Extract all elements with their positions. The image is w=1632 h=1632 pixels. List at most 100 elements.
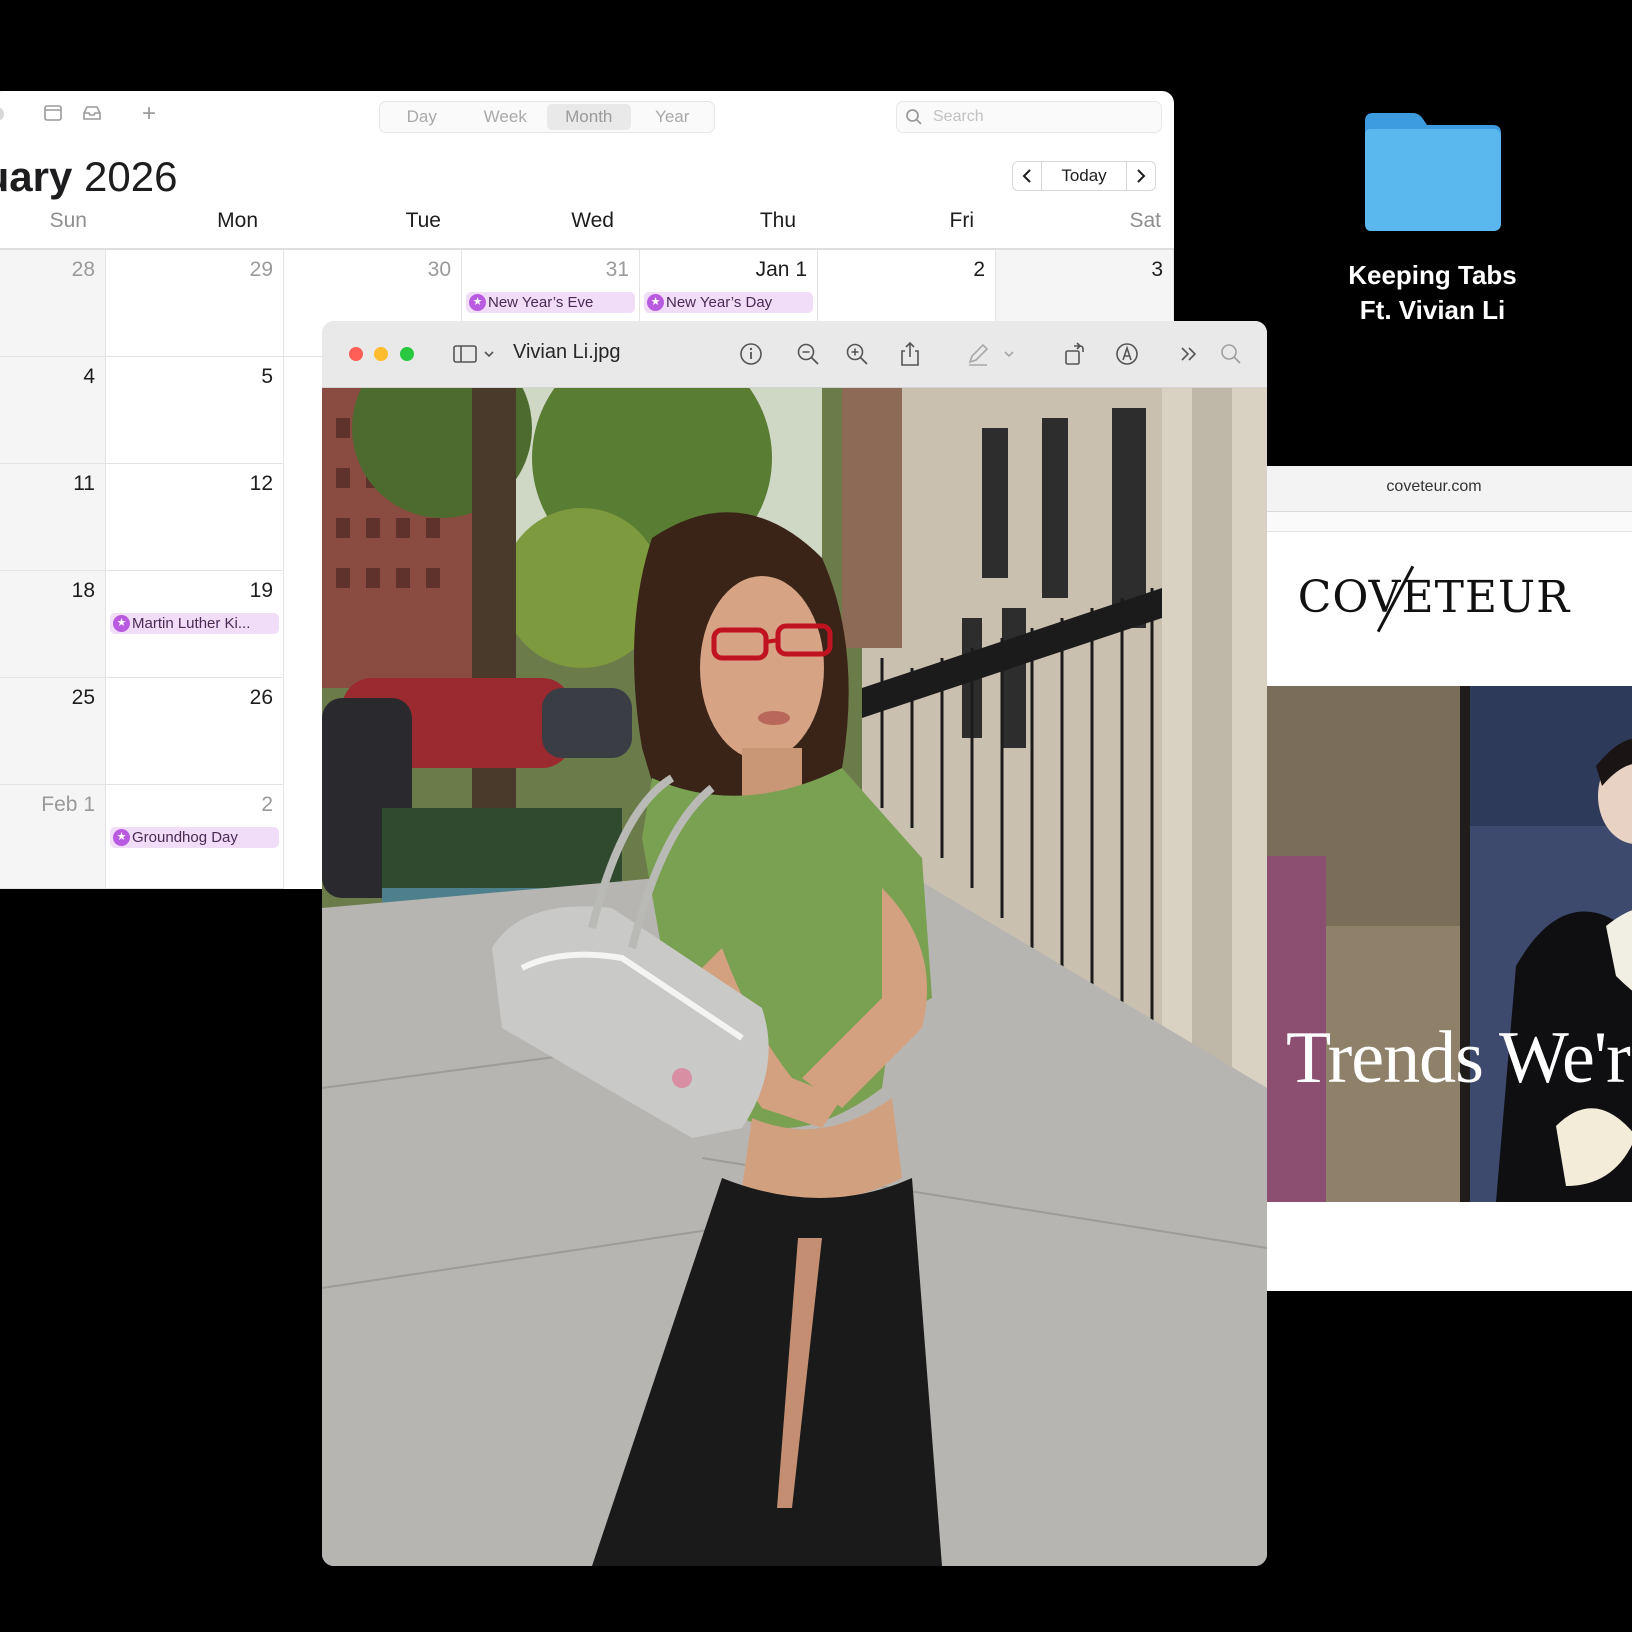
day-number: 19	[249, 579, 273, 602]
day-number: 11	[73, 472, 95, 495]
weekday-mon: Mon	[217, 209, 258, 232]
tab-strip	[1266, 512, 1632, 532]
day-number: 5	[261, 365, 273, 388]
day-cell[interactable]: 18	[0, 571, 106, 678]
photo-canvas[interactable]	[322, 388, 1267, 1566]
calendars-icon[interactable]	[42, 103, 64, 125]
zoom-button[interactable]	[400, 347, 414, 361]
logo-text: COVETEUR	[1297, 572, 1571, 623]
preview-window: Vivian Li.jpg	[322, 321, 1267, 1566]
day-number: 3	[1151, 258, 1163, 281]
month-name: nuary	[0, 153, 73, 200]
weekday-sat: Sat	[1129, 209, 1161, 232]
chevron-right-icon	[1137, 169, 1146, 183]
weekday-sun: Sun	[49, 209, 87, 232]
site-logo[interactable]: COVETEUR	[1266, 532, 1602, 652]
view-day-button[interactable]: Day	[380, 102, 464, 132]
day-number: 4	[83, 365, 95, 388]
day-cell[interactable]: Feb 1	[0, 785, 106, 889]
browser-window: coveteur.com COVETEUR Trends We'r	[1266, 466, 1632, 1291]
info-icon[interactable]	[738, 341, 764, 367]
day-number: 2	[973, 258, 985, 281]
minimize-button[interactable]	[374, 347, 388, 361]
day-cell[interactable]: 4	[0, 357, 106, 464]
inbox-icon[interactable]	[81, 103, 103, 125]
calendar-toolbar: + Day Week Month Year Search	[0, 91, 1174, 141]
day-number: 30	[427, 258, 451, 281]
markup-icon[interactable]	[1114, 341, 1140, 367]
day-number: 12	[249, 472, 273, 495]
event-new-years-day[interactable]: ★ New Year’s Day	[644, 292, 813, 313]
month-title: nuary 2026	[0, 153, 177, 201]
event-new-years-eve[interactable]: ★ New Year’s Eve	[466, 292, 635, 313]
event-label: Martin Luther Ki...	[132, 615, 251, 632]
folder-label[interactable]: Keeping Tabs Ft. Vivian Li	[1290, 258, 1575, 328]
folder-label-line2: Ft. Vivian Li	[1359, 295, 1506, 325]
folder-icon[interactable]	[1361, 111, 1503, 233]
view-week-button[interactable]: Week	[464, 102, 548, 132]
event-label: Groundhog Day	[132, 829, 238, 846]
url-text[interactable]: coveteur.com	[1266, 478, 1602, 496]
star-icon: ★	[113, 615, 130, 632]
preview-toolbar: Vivian Li.jpg	[322, 321, 1267, 388]
close-button[interactable]	[349, 347, 363, 361]
runway-photo	[1266, 686, 1632, 1202]
date-navigation: Today	[1012, 161, 1156, 191]
day-cell[interactable]: 5	[106, 357, 284, 464]
today-button[interactable]: Today	[1042, 161, 1126, 191]
sidebar-icon[interactable]	[452, 341, 478, 367]
next-month-button[interactable]	[1126, 161, 1156, 191]
day-number: 31	[605, 258, 629, 281]
view-switcher: Day Week Month Year	[379, 101, 715, 133]
hero-image[interactable]: Trends We'r	[1266, 686, 1632, 1202]
folder-label-line1: Keeping Tabs	[1348, 260, 1517, 290]
street-portrait-photo	[322, 388, 1267, 1566]
weekday-wed: Wed	[571, 209, 614, 232]
zoom-in-icon[interactable]	[844, 341, 870, 367]
star-icon: ★	[647, 294, 664, 311]
view-year-button[interactable]: Year	[631, 102, 715, 132]
address-bar[interactable]: coveteur.com	[1266, 466, 1632, 512]
search-icon[interactable]	[1218, 341, 1244, 367]
day-number: 2	[261, 793, 273, 816]
day-cell[interactable]: 28	[0, 250, 106, 357]
event-label: New Year’s Day	[666, 294, 773, 311]
year-value: 2026	[84, 153, 178, 200]
event-martin-luther-king-day[interactable]: ★ Martin Luther Ki...	[110, 613, 279, 634]
share-icon[interactable]	[897, 341, 923, 367]
day-number: Feb 1	[41, 793, 95, 816]
day-cell[interactable]: 12	[106, 464, 284, 571]
chevron-down-icon[interactable]	[1002, 341, 1016, 367]
day-cell[interactable]: 11	[0, 464, 106, 571]
star-icon: ★	[113, 829, 130, 846]
day-number: 25	[71, 686, 95, 709]
chevron-left-icon	[1022, 169, 1031, 183]
star-icon: ★	[469, 294, 486, 311]
search-placeholder: Search	[933, 108, 984, 125]
day-number: Jan 1	[755, 258, 807, 281]
day-number: 28	[71, 258, 95, 281]
search-field[interactable]: Search	[896, 101, 1162, 133]
zoom-out-icon[interactable]	[795, 341, 821, 367]
day-cell[interactable]: 26	[106, 678, 284, 785]
day-number: 18	[71, 579, 95, 602]
previous-month-button[interactable]	[1012, 161, 1042, 191]
chevron-down-icon[interactable]	[482, 341, 496, 367]
rotate-icon[interactable]	[1062, 341, 1088, 367]
day-cell[interactable]: 19 ★ Martin Luther Ki...	[106, 571, 284, 678]
weekday-thu: Thu	[759, 209, 796, 232]
event-groundhog-day[interactable]: ★ Groundhog Day	[110, 827, 279, 848]
document-title: Vivian Li.jpg	[513, 341, 621, 363]
window-control[interactable]	[0, 107, 4, 121]
day-cell[interactable]: 2 ★ Groundhog Day	[106, 785, 284, 889]
search-icon	[906, 109, 922, 125]
day-cell[interactable]: 25	[0, 678, 106, 785]
view-month-button[interactable]: Month	[547, 104, 631, 130]
weekday-header: Sun Mon Tue Wed Thu Fri Sat	[0, 209, 1174, 239]
more-tools-icon[interactable]	[1176, 341, 1202, 367]
day-cell[interactable]: 29	[106, 250, 284, 357]
add-event-icon[interactable]: +	[138, 102, 160, 126]
hero-headline[interactable]: Trends We'r	[1286, 1016, 1631, 1101]
markup-pen-icon[interactable]	[965, 341, 991, 367]
weekday-fri: Fri	[949, 209, 975, 232]
